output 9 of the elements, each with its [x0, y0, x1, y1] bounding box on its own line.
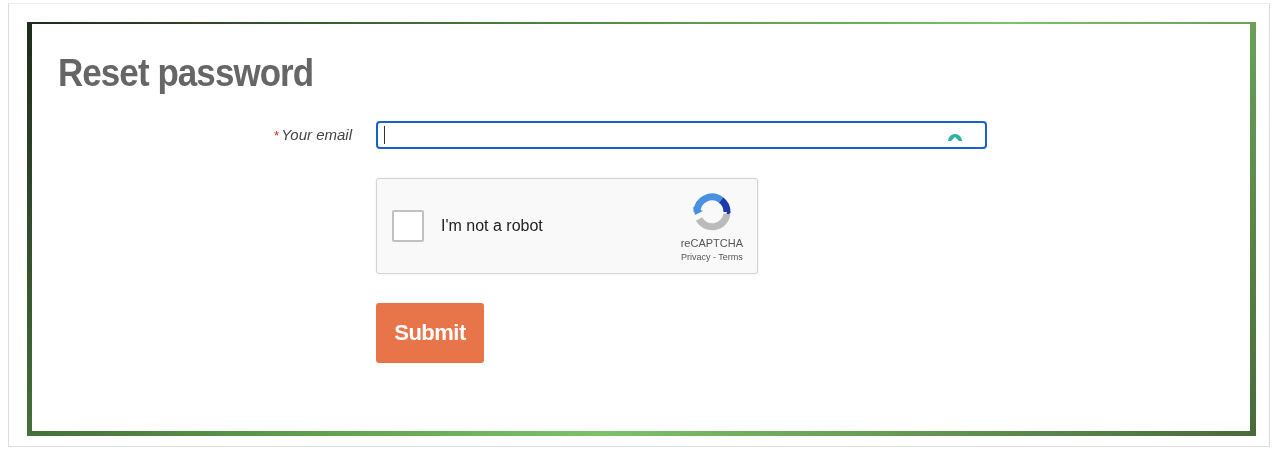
- required-mark: *: [274, 128, 280, 143]
- recaptcha-brand: reCAPTCHA: [680, 236, 743, 249]
- privacy-terms-links[interactable]: Privacy - Terms: [680, 251, 743, 262]
- recaptcha-logo-icon: [690, 190, 733, 233]
- page-title: Reset password: [58, 52, 314, 95]
- checkbox[interactable]: [392, 210, 424, 242]
- captcha-label: I'm not a robot: [441, 217, 543, 235]
- field-label: Your email: [281, 126, 352, 143]
- email-field[interactable]: [376, 121, 987, 149]
